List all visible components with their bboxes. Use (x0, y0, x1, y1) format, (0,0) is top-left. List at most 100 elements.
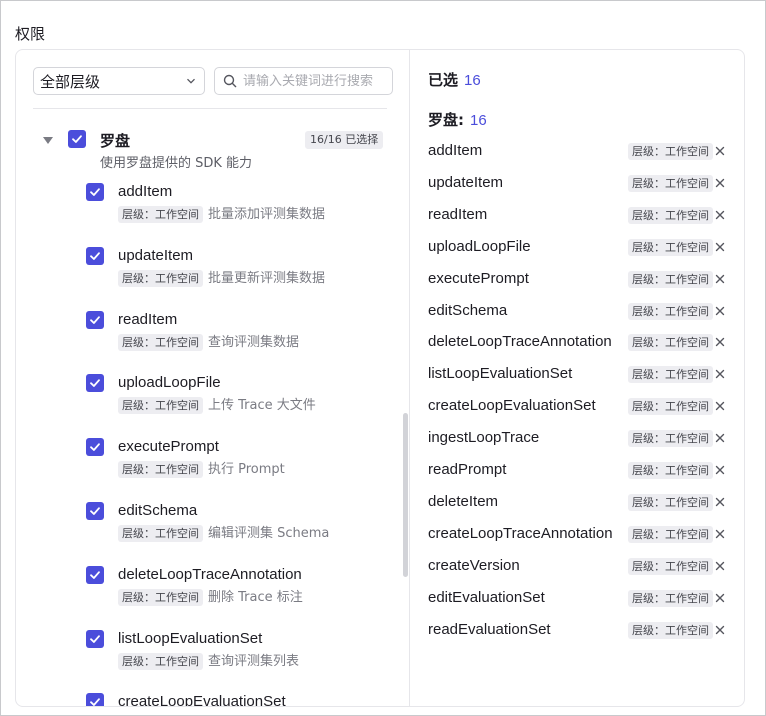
item-checkbox[interactable] (86, 374, 104, 393)
selected-item: createLoopTraceAnnotation 层级：工作空间 (410, 518, 744, 550)
item-checkbox[interactable] (86, 565, 104, 584)
remove-button[interactable] (713, 591, 727, 605)
level-tag: 层级：工作空间 (628, 334, 713, 352)
remove-button[interactable] (713, 527, 727, 541)
selected-pane: 已选 16 罗盘: 16 addItem 层级：工作空间 updateItem 层级：工作… (410, 50, 744, 706)
remove-button[interactable] (713, 367, 727, 381)
tree-item[interactable]: listLoopEvaluationSet 层级：工作空间 查询评测集列表 (16, 621, 409, 683)
item-description: 编辑评测集 Schema (208, 526, 330, 541)
selected-item-name: updateItem (428, 173, 504, 191)
remove-button[interactable] (713, 623, 727, 637)
remove-button[interactable] (713, 495, 727, 509)
level-tag: 层级：工作空间 (118, 269, 203, 287)
remove-button[interactable] (713, 399, 727, 413)
caret-down-icon[interactable] (43, 137, 53, 145)
tree-item[interactable]: deleteLoopTraceAnnotation 层级：工作空间 删除 Trace… (16, 557, 409, 619)
remove-button[interactable] (713, 144, 727, 158)
level-tag: 层级：工作空间 (628, 589, 713, 607)
item-description: 批量添加评测集数据 (208, 207, 326, 222)
remove-button[interactable] (713, 559, 727, 573)
close-icon (715, 274, 725, 283)
selected-item-name: editSchema (428, 301, 508, 319)
remove-button[interactable] (713, 463, 727, 477)
tree-item[interactable]: createLoopEvaluationSet (16, 684, 409, 706)
remove-button[interactable] (713, 304, 727, 318)
level-tag: 层级：工作空间 (118, 588, 203, 606)
item-checkbox[interactable] (86, 629, 104, 648)
tree-item[interactable]: executePrompt 层级：工作空间 执行 Prompt (16, 429, 409, 491)
selected-item: addItem 层级：工作空间 (410, 135, 744, 167)
selected-title-label: 已选 (428, 71, 459, 89)
tree-item[interactable]: updateItem 层级：工作空间 批量更新评测集数据 (16, 238, 409, 300)
selected-item: deleteLoopTraceAnnotation 层级：工作空间 (410, 326, 744, 358)
item-checkbox[interactable] (86, 693, 104, 706)
item-description: 上传 Trace 大文件 (208, 398, 316, 414)
check-icon (90, 443, 100, 452)
item-checkbox[interactable] (86, 183, 104, 201)
group-description: 使用罗盘提供的 SDK 能力 (100, 156, 253, 171)
item-checkbox[interactable] (86, 246, 104, 265)
selected-item-name: addItem (428, 142, 483, 159)
close-icon (715, 529, 725, 538)
selected-item: updateItem 层级：工作空间 (410, 167, 744, 199)
remove-button[interactable] (713, 431, 727, 445)
check-icon (90, 188, 100, 196)
selected-item-name: readEvaluationSet (428, 620, 551, 638)
remove-button[interactable] (713, 335, 727, 349)
level-select-value: 全部层级 (40, 72, 101, 91)
level-tag: 层级：工作空间 (628, 270, 713, 288)
close-icon (715, 178, 725, 188)
search-input[interactable] (243, 73, 383, 89)
level-tag: 层级：工作空间 (628, 366, 713, 384)
selected-item: readPrompt 层级：工作空间 (410, 454, 744, 486)
level-select[interactable]: 全部层级 (33, 67, 205, 95)
close-icon (715, 210, 725, 219)
selected-item: deleteItem 层级：工作空间 (410, 486, 744, 518)
close-icon (715, 146, 725, 156)
remove-button[interactable] (713, 208, 727, 222)
level-tag: 层级：工作空间 (628, 398, 713, 416)
section-title: 权限 (15, 25, 46, 43)
selected-item-name: executePrompt (428, 269, 529, 287)
selected-item: executePrompt 层级：工作空间 (410, 263, 744, 295)
level-tag: 层级：工作空间 (628, 143, 713, 160)
tree-item[interactable]: addItem 层级：工作空间 批量添加评测集数据 (16, 174, 409, 236)
selected-item: createLoopEvaluationSet 层级：工作空间 (410, 390, 744, 422)
selected-item-name: editEvaluationSet (428, 588, 545, 606)
level-tag: 层级：工作空间 (118, 525, 203, 542)
tree-item[interactable]: readItem 层级：工作空间 查询评测集数据 (16, 302, 409, 364)
selected-item: ingestLoopTrace 层级：工作空间 (410, 422, 744, 454)
check-icon (90, 379, 100, 388)
level-tag: 层级：工作空间 (118, 397, 203, 415)
item-checkbox[interactable] (86, 438, 104, 457)
selected-item-name: deleteLoopTraceAnnotation (428, 333, 612, 351)
item-description: 删除 Trace 标注 (208, 589, 303, 605)
item-checkbox[interactable] (86, 502, 104, 520)
close-icon (715, 593, 725, 602)
item-name: editSchema (118, 502, 198, 519)
close-icon (715, 465, 725, 475)
remove-button[interactable] (713, 272, 727, 286)
divider (33, 108, 387, 109)
check-icon (90, 507, 100, 515)
selected-item: createVersion 层级：工作空间 (410, 550, 744, 582)
level-tag: 层级：工作空间 (628, 493, 713, 511)
tree-item[interactable]: uploadLoopFile 层级：工作空间 上传 Trace 大文件 (16, 365, 409, 427)
item-checkbox[interactable] (86, 310, 104, 329)
selected-count: 16 (464, 72, 481, 89)
tree-item[interactable]: editSchema 层级：工作空间 编辑评测集 Schema (16, 493, 409, 555)
remove-button[interactable] (713, 240, 727, 254)
close-icon (715, 497, 725, 507)
selected-item-name: uploadLoopFile (428, 237, 531, 255)
search-box[interactable] (214, 67, 393, 95)
selected-item: editEvaluationSet 层级：工作空间 (410, 582, 744, 614)
scrollbar-thumb[interactable] (403, 413, 408, 577)
tree-group-row[interactable]: 罗盘 使用罗盘提供的 SDK 能力 16/16 已选择 (16, 120, 409, 171)
level-tag: 层级：工作空间 (628, 525, 713, 543)
item-description: 批量更新评测集数据 (208, 270, 326, 286)
group-checkbox[interactable] (68, 130, 86, 148)
selected-title: 已选 16 (428, 69, 481, 90)
selected-item: readItem 层级：工作空间 (410, 199, 744, 231)
level-tag: 层级：工作空间 (628, 621, 713, 639)
remove-button[interactable] (713, 176, 727, 190)
